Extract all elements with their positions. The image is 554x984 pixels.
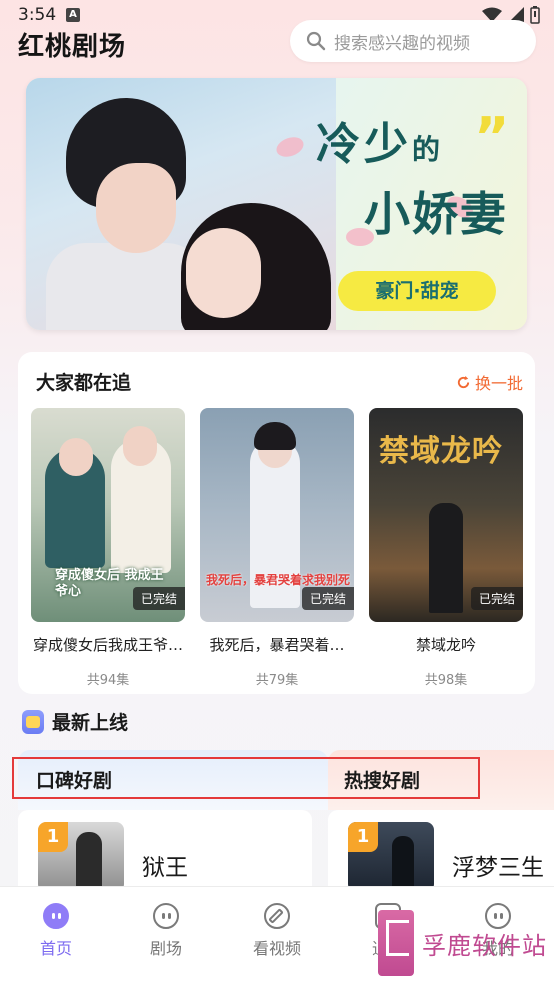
ranking-thumbnail[interactable]: 1 — [348, 822, 434, 892]
drama-poster: 我死后，暴君哭着求我别死 已完结 — [200, 408, 354, 622]
banner-title-line2: 小娇妻 — [364, 187, 508, 241]
nav-theater[interactable]: 剧场 — [126, 903, 206, 959]
ranking-list-left: 1 狱王 — [18, 810, 312, 892]
nav-label: 首页 — [39, 939, 72, 958]
new-releases-header: 最新上线 — [22, 708, 128, 735]
nav-watch-video[interactable]: 看视频 — [237, 903, 317, 959]
status-badge: 已完结 — [301, 587, 354, 610]
poster-figure — [254, 422, 296, 450]
search-icon — [306, 31, 326, 51]
trending-card: 大家都在追 换一批 穿成傻女后 我成王爷心 已完结 穿成傻女后我成王爷… 共94… — [18, 352, 535, 694]
theater-icon — [153, 903, 179, 929]
banner-figure — [186, 228, 261, 318]
refresh-icon — [457, 375, 470, 388]
drama-poster: 禁域龙吟 已完结 — [369, 408, 523, 622]
featured-banner[interactable]: 冷少的 ” 小娇妻 豪门·甜宠 — [26, 78, 527, 330]
nav-label: 看视频 — [252, 939, 301, 958]
ranking-thumbnail[interactable]: 1 — [38, 822, 124, 892]
watermark-text: 孚鹿软件站 — [422, 931, 547, 960]
watermark-logo — [378, 910, 414, 976]
poster-figure — [429, 503, 463, 613]
ranking-title[interactable]: 狱王 — [142, 848, 188, 882]
app-title: 红桃剧场 — [18, 32, 127, 62]
refresh-label: 换一批 — [474, 374, 523, 393]
rank-badge: 1 — [38, 822, 68, 852]
poster-figure — [392, 836, 414, 892]
ranking-list-right: 1 浮梦三生 — [328, 810, 554, 892]
search-input[interactable]: 搜索感兴趣的视频 — [290, 20, 536, 62]
poster-title-art: 禁域龙吟 — [379, 434, 503, 469]
drama-title: 我死后，暴君哭着… — [209, 636, 345, 654]
ranking-title[interactable]: 浮梦三生 — [452, 848, 544, 882]
drama-item[interactable]: 禁域龙吟 已完结 禁域龙吟 共98集 — [369, 408, 523, 688]
nav-label: 剧场 — [149, 939, 182, 958]
banner-figure — [96, 163, 176, 253]
banner-title-part: 的 — [412, 133, 445, 166]
drama-poster: 穿成傻女后 我成王爷心 已完结 — [31, 408, 185, 622]
tv-icon — [22, 709, 44, 734]
rank-badge: 1 — [348, 822, 378, 852]
poster-figure — [59, 438, 93, 476]
drama-item[interactable]: 穿成傻女后 我成王爷心 已完结 穿成傻女后我成王爷… 共94集 — [31, 408, 185, 688]
section-title: 大家都在追 — [36, 372, 132, 394]
status-badge: 已完结 — [132, 587, 185, 610]
banner-title-part: 冷少 — [316, 119, 412, 170]
poster-text: 我死后，暴君哭着求我别死 — [206, 573, 351, 587]
banner-tag: 豪门·甜宠 — [338, 271, 496, 311]
status-time: 3:54 — [18, 5, 57, 25]
battery-icon — [530, 6, 540, 24]
episode-count: 共79集 — [255, 673, 299, 688]
watermark: 孚鹿软件站 — [378, 910, 547, 976]
drama-item[interactable]: 我死后，暴君哭着求我别死 已完结 我死后，暴君哭着… 共79集 — [200, 408, 354, 688]
section-title: 最新上线 — [52, 712, 129, 734]
quote-decoration: ” — [474, 106, 510, 169]
nav-home[interactable]: 首页 — [16, 903, 96, 959]
home-icon — [43, 903, 69, 929]
search-placeholder: 搜索感兴趣的视频 — [334, 33, 470, 54]
episode-count: 共94集 — [86, 673, 130, 688]
banner-title-line1: 冷少的 — [316, 108, 444, 172]
notification-icon: A — [66, 8, 80, 22]
episode-count: 共98集 — [424, 673, 468, 688]
poster-figure — [123, 426, 157, 466]
drama-title: 禁域龙吟 — [415, 636, 476, 654]
highlight-annotation — [12, 757, 480, 799]
compass-icon — [264, 903, 290, 929]
drama-title: 穿成傻女后我成王爷… — [32, 636, 183, 654]
refresh-button[interactable]: 换一批 — [456, 370, 523, 394]
status-badge: 已完结 — [470, 587, 523, 610]
poster-figure — [76, 832, 102, 892]
